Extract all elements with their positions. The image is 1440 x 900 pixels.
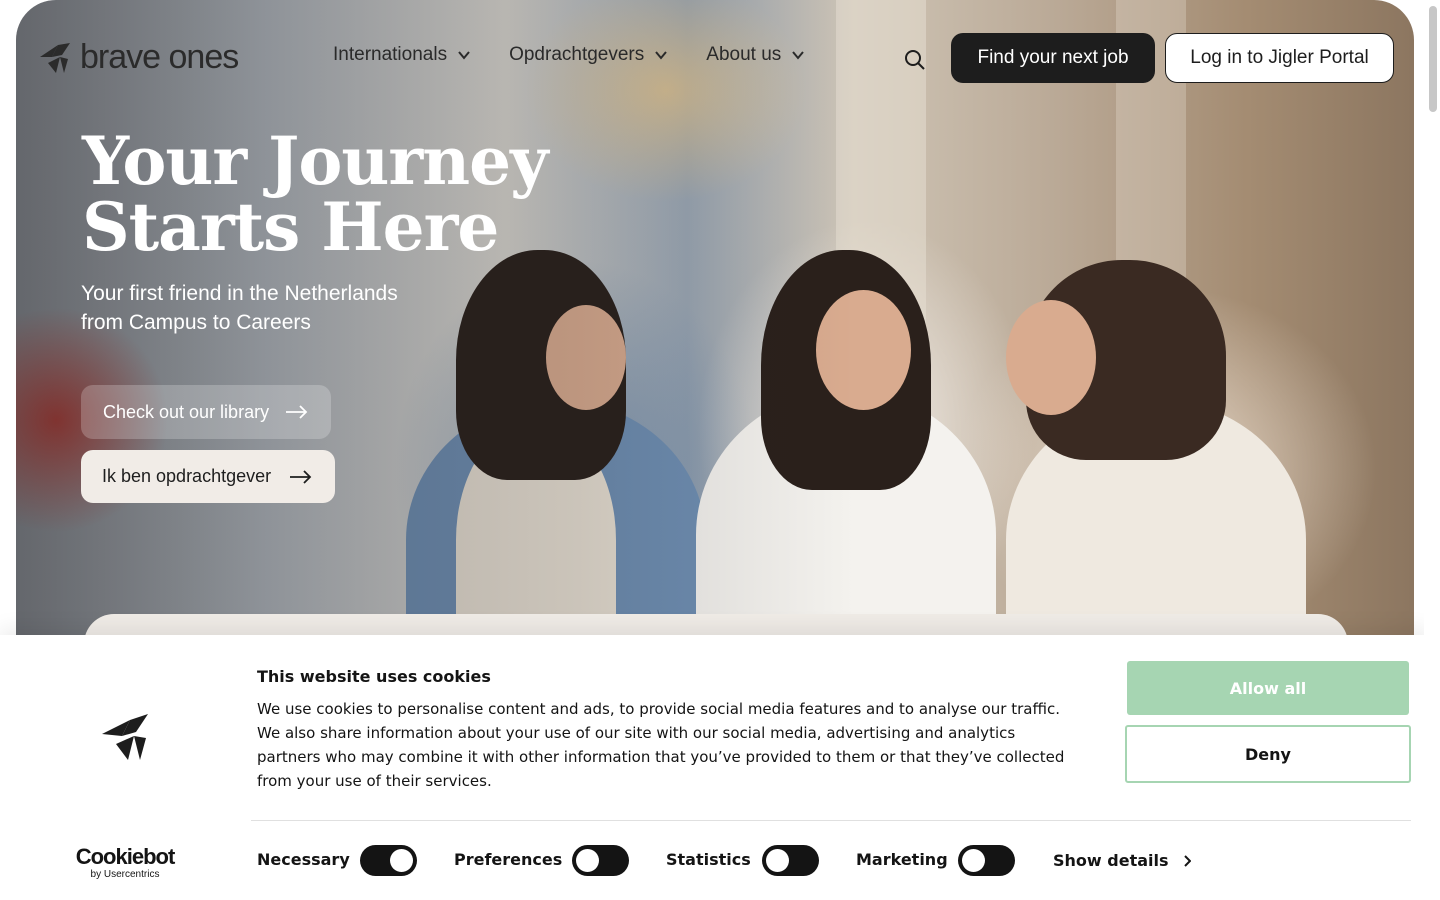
toggle-knob xyxy=(962,849,985,872)
toggle-statistics[interactable] xyxy=(762,845,819,876)
brand-logo-text: brave ones xyxy=(80,38,239,76)
arrow-right-icon xyxy=(286,405,308,419)
deny-button[interactable]: Deny xyxy=(1125,725,1411,783)
toggle-marketing[interactable] xyxy=(958,845,1015,876)
nav-item-opdrachtgevers[interactable]: Opdrachtgevers xyxy=(509,44,668,66)
allow-all-button[interactable]: Allow all xyxy=(1127,661,1409,715)
login-portal-button[interactable]: Log in to Jigler Portal xyxy=(1165,33,1394,83)
toggle-knob xyxy=(766,849,789,872)
hero-subtitle-line: Your first friend in the Netherlands xyxy=(81,282,398,305)
hero-title: Your Journey Starts Here xyxy=(82,128,602,260)
show-details-link[interactable]: Show details xyxy=(1053,851,1191,870)
main-nav: Internationals Opdrachtgevers About us xyxy=(333,44,805,66)
cookiebot-logo[interactable]: Cookiebot by Usercentrics xyxy=(73,844,177,881)
toggle-label-preferences: Preferences xyxy=(454,850,563,869)
cookie-description: We use cookies to personalise content an… xyxy=(257,700,1065,790)
toggle-necessary[interactable] xyxy=(360,845,417,876)
site-brand-mark-icon xyxy=(102,714,148,760)
brand-logo[interactable]: brave ones xyxy=(38,38,239,77)
show-details-label: Show details xyxy=(1053,851,1169,870)
arrow-right-icon xyxy=(290,469,312,484)
hero-title-line: Starts Here xyxy=(82,188,499,266)
toggle-label-marketing: Marketing xyxy=(856,850,948,869)
cookiebot-logo-sub: by Usercentrics xyxy=(90,869,160,880)
chevron-down-icon xyxy=(792,51,805,60)
chevron-right-icon xyxy=(1183,854,1191,867)
find-job-button[interactable]: Find your next job xyxy=(951,33,1155,83)
toggle-preferences[interactable] xyxy=(572,845,629,876)
nav-item-label: Opdrachtgevers xyxy=(509,44,645,65)
scrollbar-thumb[interactable] xyxy=(1429,6,1437,112)
brand-mark-icon xyxy=(40,42,70,73)
hero-subtitle: Your first friend in the Netherlands fro… xyxy=(81,279,481,337)
chevron-down-icon xyxy=(458,51,470,60)
toggle-label-statistics: Statistics xyxy=(666,850,751,869)
cookie-divider xyxy=(251,820,1411,821)
toggle-knob xyxy=(390,849,413,872)
toggle-knob xyxy=(576,849,599,872)
page: brave ones Internationals Opdrachtgevers… xyxy=(0,0,1440,900)
nav-item-about-us[interactable]: About us xyxy=(706,44,805,66)
nav-item-label: Internationals xyxy=(333,44,448,65)
opdrachtgever-button-label: Ik ben opdrachtgever xyxy=(102,466,272,486)
cookiebot-logo-text: Cookiebot xyxy=(75,844,176,869)
nav-item-internationals[interactable]: Internationals xyxy=(333,44,471,66)
scrollbar[interactable] xyxy=(1424,0,1440,900)
chevron-down-icon xyxy=(655,51,668,60)
nav-item-label: About us xyxy=(706,44,782,65)
cookie-title: This website uses cookies xyxy=(257,667,491,686)
opdrachtgever-button[interactable]: Ik ben opdrachtgever xyxy=(81,450,336,503)
library-button[interactable]: Check out our library xyxy=(81,385,332,439)
search-icon[interactable] xyxy=(903,48,927,72)
library-button-label: Check out our library xyxy=(103,401,270,422)
hero-title-line: Your Journey xyxy=(82,122,548,200)
hero-subtitle-line: from Campus to Careers xyxy=(81,311,311,334)
toggle-label-necessary: Necessary xyxy=(257,850,350,869)
